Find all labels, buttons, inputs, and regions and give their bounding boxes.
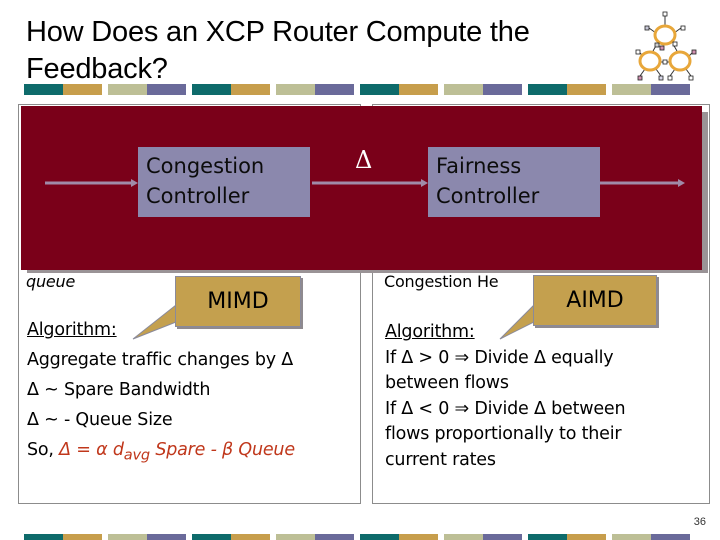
left-algorithm-line: Δ ~ - Queue Size [27, 410, 173, 430]
formula-subscript: avg [123, 446, 150, 464]
slide-number: 36 [693, 516, 706, 528]
right-algorithm-line: flows proportionally to their [385, 424, 622, 444]
formula-rhs: Spare - β Queue [149, 440, 295, 460]
left-algorithm-formula-line: So, Δ = α davg Spare - β Queue [27, 438, 295, 468]
bottom-color-stripe [0, 534, 720, 540]
aimd-callout: AIMD [533, 275, 657, 326]
right-algorithm-line: current rates [385, 449, 496, 470]
right-algorithm-line: If Δ < 0 ⇒ Divide Δ between [385, 398, 626, 419]
mimd-callout: MIMD [175, 276, 301, 327]
formula-lhs: Δ = α d [59, 440, 124, 460]
aimd-callout-pointer [499, 303, 535, 340]
right-algorithm-line: between flows [385, 373, 509, 393]
formula-prefix: So, [27, 440, 60, 460]
mimd-callout-pointer [132, 303, 177, 340]
left-algorithm-line: Δ ~ Spare Bandwidth [27, 380, 211, 400]
